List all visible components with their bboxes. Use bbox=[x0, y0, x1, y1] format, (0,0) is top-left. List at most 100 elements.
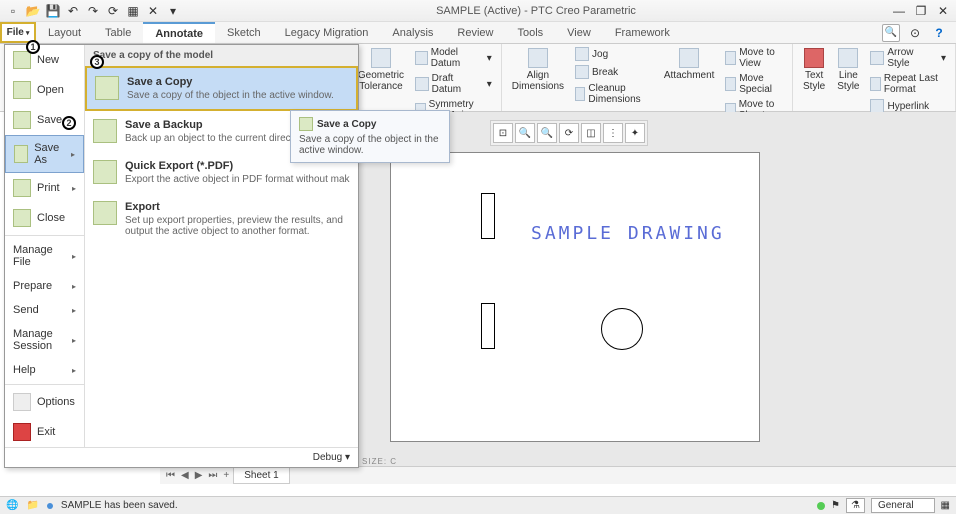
tab-table[interactable]: Table bbox=[93, 22, 143, 43]
save-file-icon bbox=[13, 111, 31, 129]
selection-filter-combo[interactable]: General bbox=[871, 498, 935, 513]
hyperlink-icon bbox=[870, 99, 884, 113]
draft-datum-icon bbox=[415, 77, 429, 91]
file-menu-prepare[interactable]: Prepare▸ bbox=[5, 274, 84, 298]
flag-icon[interactable]: ⚑ bbox=[831, 500, 840, 511]
chevron-right-icon: ▸ bbox=[72, 366, 76, 375]
resource-center-icon[interactable]: ⊙ bbox=[906, 24, 924, 42]
sheet-button[interactable]: ◫ bbox=[581, 123, 601, 143]
undo-icon[interactable]: ↶ bbox=[64, 2, 82, 20]
tab-annotate[interactable]: Annotate bbox=[143, 22, 215, 43]
open-file-icon bbox=[13, 81, 31, 99]
file-menu: New Open Save Save As▸ Print▸ Close Mana… bbox=[4, 44, 359, 468]
file-menu-save-as[interactable]: Save As▸ bbox=[5, 135, 84, 173]
status-message: SAMPLE has been saved. bbox=[61, 500, 178, 511]
help-icon[interactable]: ? bbox=[930, 24, 948, 42]
zoom-out-button[interactable]: 🔍 bbox=[537, 123, 557, 143]
break-button[interactable]: Break bbox=[572, 64, 656, 80]
ribbon-tabs: File Layout Table Annotate Sketch Legacy… bbox=[0, 22, 956, 44]
text-style-icon bbox=[804, 48, 824, 68]
sheet-first-button[interactable]: ⏮ bbox=[164, 470, 177, 481]
chevron-right-icon: ▸ bbox=[72, 184, 76, 193]
move-view-button[interactable]: Move to View bbox=[722, 46, 786, 70]
dropdown-icon[interactable]: ▾ bbox=[164, 2, 182, 20]
sheet-next-button[interactable]: ▶ bbox=[193, 470, 205, 481]
file-menu-print[interactable]: Print▸ bbox=[5, 173, 84, 203]
canvas-toolbar: ⊡ 🔍 🔍 ⟳ ◫ ⋮ ✦ bbox=[490, 120, 648, 146]
shading-button[interactable]: ✦ bbox=[625, 123, 645, 143]
file-menu-debug[interactable]: Debug ▾ bbox=[5, 447, 358, 467]
close-icon[interactable]: ✕ bbox=[934, 2, 952, 20]
repeat-fmt-button[interactable]: Repeat Last Format bbox=[867, 72, 949, 96]
repeat-fmt-icon bbox=[870, 77, 880, 91]
model-datum-button[interactable]: Model Datum ▾ bbox=[412, 46, 495, 70]
save-icon[interactable]: 💾 bbox=[44, 2, 62, 20]
restore-icon[interactable]: ❐ bbox=[912, 2, 930, 20]
sheet-prev-button[interactable]: ◀ bbox=[179, 470, 191, 481]
save-backup-icon bbox=[93, 119, 117, 143]
file-menu-right-panel: Save a copy of the model Save a Copy Sav… bbox=[85, 45, 358, 405]
file-menu-manage-file[interactable]: Manage File▸ bbox=[5, 238, 84, 274]
ribbon-group-annotations: Geometric Tolerance Model Datum ▾ Draft … bbox=[348, 44, 502, 111]
close-file-icon bbox=[13, 209, 31, 227]
filter-icon[interactable]: ⚗ bbox=[846, 498, 865, 513]
zoom-in-button[interactable]: 🔍 bbox=[515, 123, 535, 143]
file-menu-help[interactable]: Help▸ bbox=[5, 358, 84, 382]
tab-analysis[interactable]: Analysis bbox=[380, 22, 445, 43]
geom-tol-button[interactable]: Geometric Tolerance bbox=[354, 46, 408, 94]
display-button[interactable]: ⋮ bbox=[603, 123, 623, 143]
line-style-button[interactable]: Line Style bbox=[833, 46, 863, 94]
drawing-circle bbox=[601, 308, 643, 350]
sheet-last-button[interactable]: ⏭ bbox=[206, 470, 219, 481]
file-menu-close[interactable]: Close bbox=[5, 203, 84, 233]
chevron-right-icon: ▸ bbox=[72, 336, 76, 345]
tab-legacy[interactable]: Legacy Migration bbox=[273, 22, 381, 43]
tab-review[interactable]: Review bbox=[445, 22, 505, 43]
tab-layout[interactable]: Layout bbox=[36, 22, 93, 43]
jog-button[interactable]: Jog bbox=[572, 46, 656, 62]
file-menu-open[interactable]: Open bbox=[5, 75, 84, 105]
file-menu-exit[interactable]: Exit bbox=[5, 417, 84, 447]
arrow-style-button[interactable]: Arrow Style ▾ bbox=[867, 46, 949, 70]
chevron-right-icon: ▸ bbox=[72, 252, 76, 261]
cleanup-button[interactable]: Cleanup Dimensions bbox=[572, 82, 656, 106]
minimize-icon[interactable]: — bbox=[890, 2, 908, 20]
file-menu-send[interactable]: Send▸ bbox=[5, 298, 84, 322]
file-menu-new[interactable]: New bbox=[5, 45, 84, 75]
redo-icon[interactable]: ↷ bbox=[84, 2, 102, 20]
move-special-button[interactable]: Move Special bbox=[722, 72, 786, 96]
tab-view[interactable]: View bbox=[555, 22, 603, 43]
drawing-sheet[interactable]: SAMPLE DRAWING bbox=[390, 152, 760, 442]
tab-framework[interactable]: Framework bbox=[603, 22, 682, 43]
windows-icon[interactable]: ▦ bbox=[124, 2, 142, 20]
export-item[interactable]: Export Set up export properties, preview… bbox=[85, 193, 358, 245]
align-dim-button[interactable]: Align Dimensions bbox=[508, 46, 568, 94]
file-menu-manage-session[interactable]: Manage Session▸ bbox=[5, 322, 84, 358]
move-special-icon bbox=[725, 77, 736, 91]
drawing-rect-2 bbox=[481, 303, 495, 349]
browser-icon[interactable]: 🌐 bbox=[6, 500, 18, 511]
new-file-icon bbox=[13, 51, 31, 69]
folder-icon[interactable]: 📁 bbox=[26, 500, 38, 511]
regen-icon[interactable]: ⟳ bbox=[104, 2, 122, 20]
refit-button[interactable]: ⊡ bbox=[493, 123, 513, 143]
export-icon bbox=[93, 201, 117, 225]
tab-sketch[interactable]: Sketch bbox=[215, 22, 273, 43]
sheet-tab-1[interactable]: Sheet 1 bbox=[233, 467, 289, 484]
window-title: SAMPLE (Active) - PTC Creo Parametric bbox=[184, 5, 888, 17]
text-style-button[interactable]: Text Style bbox=[799, 46, 829, 94]
search-button[interactable]: 🔍 bbox=[882, 24, 900, 42]
save-copy-item[interactable]: Save a Copy Save a copy of the object in… bbox=[85, 66, 358, 111]
select-all-icon[interactable]: ▦ bbox=[941, 500, 950, 511]
new-doc-icon[interactable]: ▫ bbox=[4, 2, 22, 20]
repaint-button[interactable]: ⟳ bbox=[559, 123, 579, 143]
draft-datum-button[interactable]: Draft Datum ▾ bbox=[412, 72, 495, 96]
close-win-icon[interactable]: ✕ bbox=[144, 2, 162, 20]
file-menu-options[interactable]: Options bbox=[5, 387, 84, 417]
callout-marker-1: 1 bbox=[26, 40, 40, 54]
attachment-button[interactable]: Attachment bbox=[660, 46, 719, 83]
sheet-add-button[interactable]: + bbox=[221, 470, 231, 481]
open-icon[interactable]: 📂 bbox=[24, 2, 42, 20]
quick-export-icon bbox=[93, 160, 117, 184]
tab-tools[interactable]: Tools bbox=[505, 22, 555, 43]
